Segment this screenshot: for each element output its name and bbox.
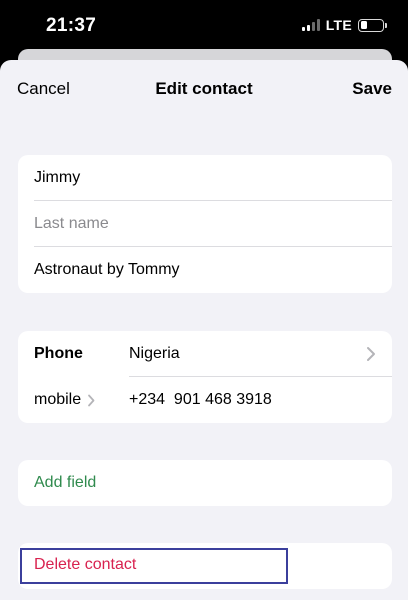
status-time: 21:37	[46, 15, 97, 36]
status-indicators: LTE	[301, 17, 387, 33]
chevron-right-icon	[88, 394, 95, 406]
battery-icon	[358, 18, 387, 32]
phone-label: Phone	[34, 345, 83, 362]
phone-country: Nigeria	[129, 345, 180, 362]
signal-icon	[301, 19, 320, 31]
last-name-placeholder: Last name	[34, 215, 109, 232]
phone-type-selector[interactable]: mobile	[34, 391, 95, 409]
first-name-field[interactable]: Jimmy	[18, 155, 392, 201]
page-title: Edit contact	[155, 79, 253, 98]
company-field[interactable]: Astronaut by Tommy	[18, 247, 392, 293]
phone-country-row[interactable]: Phone Nigeria	[18, 331, 392, 377]
edit-contact-sheet: Cancel Edit contact Save Jimmy Last name…	[0, 60, 408, 600]
add-field-button[interactable]: Add field	[18, 460, 392, 506]
phone-number-row: mobile +234 901 468 3918	[18, 377, 392, 423]
delete-contact-button[interactable]: Delete contact	[18, 543, 392, 589]
delete-contact-label: Delete contact	[34, 556, 137, 573]
add-field-card: Add field	[18, 460, 392, 506]
status-bar: 21:37 LTE	[0, 0, 408, 50]
network-type: LTE	[325, 17, 352, 33]
delete-card: Delete contact	[18, 543, 392, 589]
phone-type-label: mobile	[34, 391, 82, 408]
navigation-bar: Cancel Edit contact Save	[0, 60, 408, 118]
save-button[interactable]: Save	[352, 79, 392, 99]
first-name-value: Jimmy	[34, 169, 81, 186]
phone-card: Phone Nigeria mobile +234 901 468 3918	[18, 331, 392, 423]
chevron-right-icon	[367, 347, 375, 361]
company-value: Astronaut by Tommy	[34, 261, 180, 278]
add-field-label: Add field	[34, 474, 97, 491]
phone-number-input[interactable]: +234 901 468 3918	[129, 391, 272, 409]
last-name-field[interactable]: Last name	[18, 201, 392, 247]
name-card: Jimmy Last name Astronaut by Tommy	[18, 155, 392, 293]
